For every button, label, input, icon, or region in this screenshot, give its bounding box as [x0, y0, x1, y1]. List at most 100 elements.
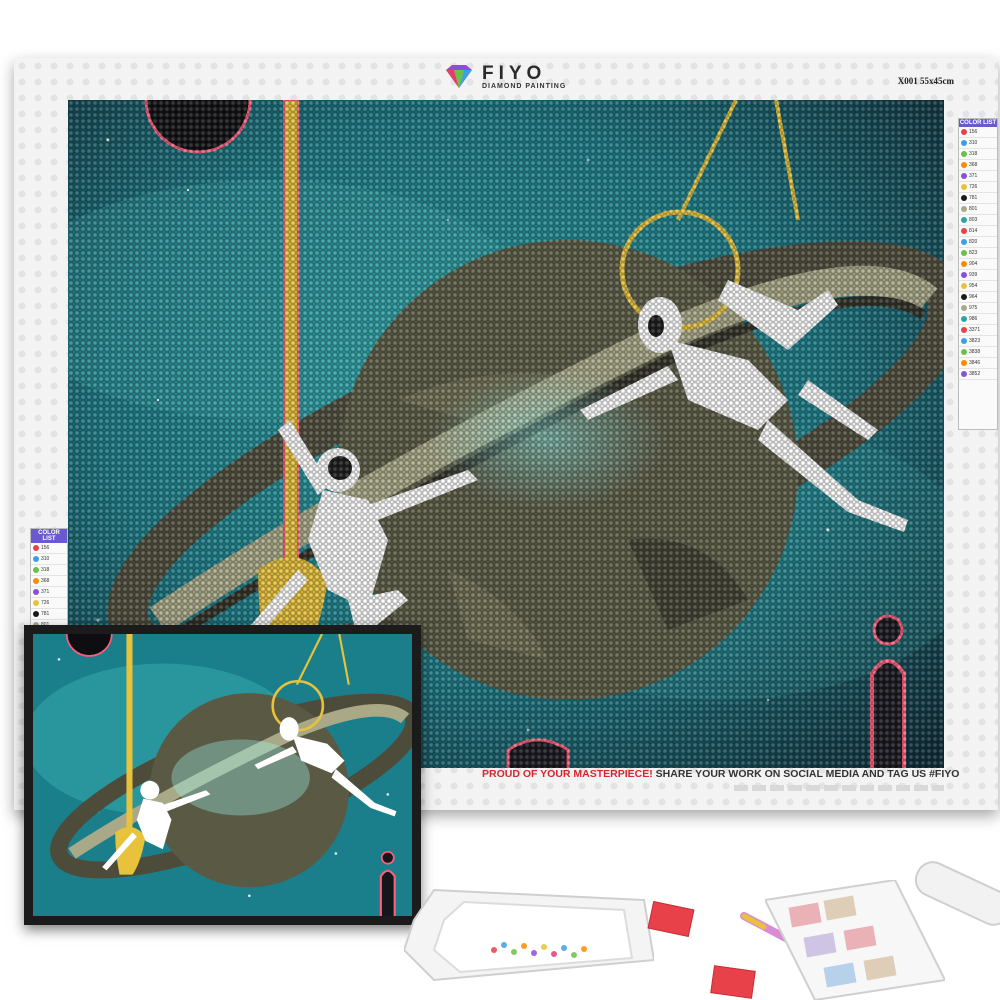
- color-swatch-icon: [33, 556, 39, 562]
- color-swatch-icon: [961, 283, 967, 289]
- color-swatch-icon: [961, 129, 967, 135]
- color-list-row: 820: [959, 237, 997, 248]
- color-swatch-icon: [961, 217, 967, 223]
- color-swatch-icon: [961, 173, 967, 179]
- storage-tube: [914, 861, 1000, 926]
- color-list-row: 904: [959, 259, 997, 270]
- color-code: 3852: [969, 371, 981, 377]
- color-code: 310: [41, 556, 50, 562]
- color-code: 318: [969, 151, 978, 157]
- color-list-row: 726: [959, 182, 997, 193]
- color-swatch-icon: [33, 578, 39, 584]
- color-swatch-icon: [33, 567, 39, 573]
- footer-rest: SHARE YOUR WORK ON SOCIAL MEDIA AND TAG …: [655, 768, 960, 780]
- drill-tray-image: [402, 888, 656, 982]
- color-code: 371: [969, 173, 978, 179]
- color-list-row: 3852: [959, 369, 997, 380]
- color-list-row: 954: [959, 281, 997, 292]
- color-list-right: COLOR LIST 156 310 318 368 371 726 781 801 803 81…: [958, 118, 998, 430]
- brand-logo: FIYO DIAMOND PAINTING: [442, 64, 566, 90]
- color-list-row: 310: [31, 554, 67, 565]
- footer-fine-print: [734, 785, 944, 791]
- color-swatch-icon: [961, 162, 967, 168]
- color-code: 3371: [969, 327, 981, 333]
- footer-message: PROUD OF YOUR MASTERPIECE! SHARE YOUR WO…: [482, 768, 959, 780]
- wax-pad: [647, 900, 695, 938]
- color-code: 823: [969, 250, 978, 256]
- color-swatch-icon: [961, 294, 967, 300]
- color-swatch-icon: [961, 327, 967, 333]
- color-swatch-icon: [961, 151, 967, 157]
- color-code: 3846: [969, 360, 981, 366]
- color-list-row: 801: [959, 204, 997, 215]
- color-code: 3838: [969, 349, 981, 355]
- color-list-row: 156: [31, 543, 67, 554]
- color-list-row: 939: [959, 270, 997, 281]
- color-code: 801: [969, 206, 978, 212]
- color-code: 781: [41, 611, 50, 617]
- framed-preview: [24, 625, 421, 925]
- color-list-title-left: COLOR LIST: [31, 529, 67, 543]
- brand-subtitle: DIAMOND PAINTING: [482, 83, 567, 90]
- color-swatch-icon: [961, 140, 967, 146]
- color-list-row: 368: [31, 576, 67, 587]
- framed-preview-image: [33, 634, 412, 916]
- color-list-row: 3823: [959, 336, 997, 347]
- color-list-row: 318: [31, 565, 67, 576]
- color-swatch-icon: [961, 195, 967, 201]
- color-list-row: 318: [959, 149, 997, 160]
- color-list-row: 803: [959, 215, 997, 226]
- color-swatch-icon: [961, 239, 967, 245]
- color-code: 904: [969, 261, 978, 267]
- color-code: 156: [41, 545, 50, 551]
- color-code: 803: [969, 217, 978, 223]
- color-code: 781: [969, 195, 978, 201]
- preview-illustration: [33, 634, 412, 916]
- color-code: 3823: [969, 338, 981, 344]
- color-list-row: 823: [959, 248, 997, 259]
- color-swatch-icon: [961, 371, 967, 377]
- color-code: 814: [969, 228, 978, 234]
- color-code: 986: [969, 316, 978, 322]
- color-swatch-icon: [961, 338, 967, 344]
- canvas-header: FIYO DIAMOND PAINTING X001 55x45cm: [14, 58, 998, 104]
- color-code: 310: [969, 140, 978, 146]
- color-swatch-icon: [33, 589, 39, 595]
- color-swatch-icon: [961, 228, 967, 234]
- color-swatch-icon: [961, 349, 967, 355]
- color-code: 726: [969, 184, 978, 190]
- color-list-row: 781: [959, 193, 997, 204]
- drill-tray: [402, 880, 656, 995]
- color-list-row: 814: [959, 226, 997, 237]
- color-swatch-icon: [961, 360, 967, 366]
- color-list-row: 3371: [959, 325, 997, 336]
- color-code: 156: [969, 129, 978, 135]
- brand-name: FIYO: [482, 63, 547, 84]
- color-swatch-icon: [961, 261, 967, 267]
- color-list-row: 156: [959, 127, 997, 138]
- color-swatch-icon: [33, 545, 39, 551]
- color-code: 726: [41, 600, 50, 606]
- color-list-row: 310: [959, 138, 997, 149]
- color-code: 954: [969, 283, 978, 289]
- color-list-row: 964: [959, 292, 997, 303]
- size-code: X001 55x45cm: [897, 76, 954, 86]
- diamond-logo-icon: [446, 65, 472, 88]
- color-list-row: 3838: [959, 347, 997, 358]
- color-swatch-icon: [33, 600, 39, 606]
- color-list-row: 986: [959, 314, 997, 325]
- color-swatch-icon: [961, 250, 967, 256]
- color-code: 964: [969, 294, 978, 300]
- color-code: 368: [969, 162, 978, 168]
- color-swatch-icon: [961, 206, 967, 212]
- footer-highlight: PROUD OF YOUR MASTERPIECE!: [482, 768, 653, 780]
- color-swatch-icon: [33, 611, 39, 617]
- color-swatch-icon: [961, 272, 967, 278]
- color-swatch-icon: [961, 184, 967, 190]
- color-list-row: 726: [31, 598, 67, 609]
- color-list-title: COLOR LIST: [959, 119, 997, 127]
- color-code: 371: [41, 589, 50, 595]
- color-code: 368: [41, 578, 50, 584]
- color-list-row: 3846: [959, 358, 997, 369]
- color-code: 939: [969, 272, 978, 278]
